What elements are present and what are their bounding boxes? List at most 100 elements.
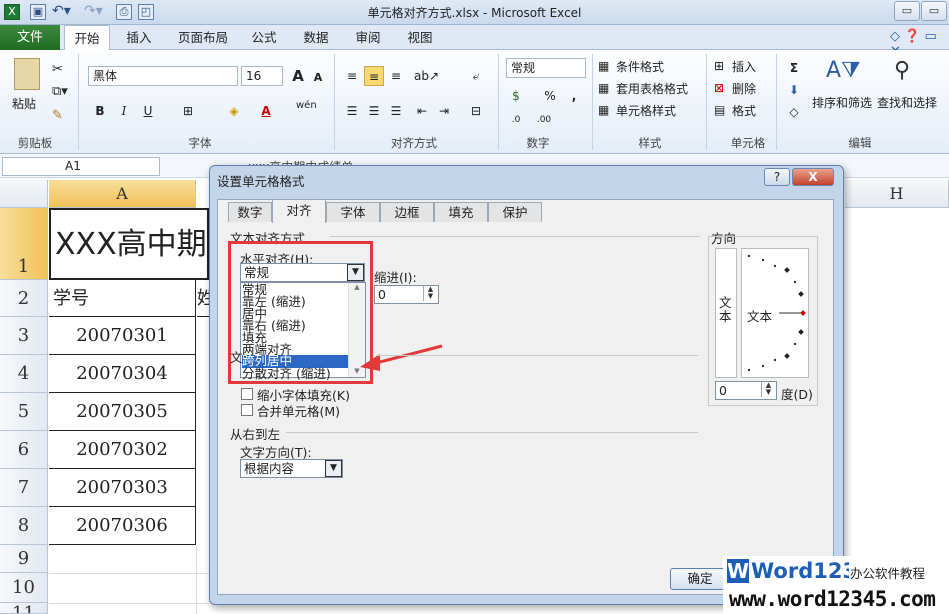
cell-a4[interactable]: 20070304 (49, 355, 196, 393)
paste-button[interactable]: 粘贴 (12, 95, 36, 112)
row-header-1[interactable]: 1 (0, 208, 48, 280)
dialog-tab-border[interactable]: 边框 (380, 202, 434, 222)
format-cells-icon[interactable]: ▤ (714, 103, 725, 117)
minimize-button[interactable]: ▭ (894, 1, 920, 21)
cell-b2[interactable]: 姓 (197, 280, 209, 317)
row-header-6[interactable]: 6 (0, 431, 48, 469)
cell-a3[interactable]: 20070301 (49, 317, 196, 355)
align-middle-icon[interactable]: ≡ (364, 66, 384, 86)
bold-button[interactable]: B (90, 101, 110, 121)
tab-insert[interactable]: 插入 (116, 25, 162, 50)
merge-cells-checkbox[interactable] (241, 404, 253, 416)
row-header-10[interactable]: 10 (0, 573, 48, 603)
merge-center-icon[interactable]: ⊟ (466, 101, 486, 121)
tab-formulas[interactable]: 公式 (244, 25, 284, 50)
increase-decimal-icon[interactable]: .0 (506, 110, 526, 130)
cell-a6[interactable]: 20070302 (49, 431, 196, 469)
paste-icon[interactable] (14, 58, 40, 90)
dialog-tab-alignment[interactable]: 对齐 (272, 199, 326, 223)
tab-page-layout[interactable]: 页面布局 (170, 25, 236, 50)
row-header-3[interactable]: 3 (0, 317, 48, 355)
name-box[interactable]: A1 (2, 157, 160, 176)
restore-button[interactable]: ▭ (921, 1, 947, 21)
row-header-4[interactable]: 4 (0, 355, 48, 393)
wrap-text-icon[interactable]: ⤶ (466, 66, 486, 86)
decrease-decimal-icon[interactable]: .00 (534, 110, 554, 130)
underline-button[interactable]: U (138, 101, 158, 121)
row-header-8[interactable]: 8 (0, 507, 48, 545)
dialog-close-button[interactable]: X (792, 168, 834, 186)
cell-a5[interactable]: 20070305 (49, 393, 196, 431)
copy-icon[interactable]: ⧉▾ (52, 84, 68, 99)
align-right-icon[interactable]: ☰ (386, 101, 406, 121)
comma-button[interactable]: , (564, 86, 584, 106)
format-table-button[interactable]: 套用表格格式 (616, 80, 688, 97)
font-name-box[interactable]: 黑体 (88, 66, 238, 86)
find-select-button[interactable]: 查找和选择 (877, 94, 937, 111)
row-header-7[interactable]: 7 (0, 469, 48, 507)
conditional-format-button[interactable]: 条件格式 (616, 58, 664, 75)
degrees-spinner-icon[interactable]: ▲ ▼ (761, 382, 775, 397)
delete-cells-icon[interactable]: ⊠ (714, 81, 724, 95)
tab-data[interactable]: 数据 (296, 25, 336, 50)
sort-filter-icon[interactable]: A⧩ (826, 58, 861, 83)
indent-spinner-icon[interactable]: ▲ ▼ (423, 286, 437, 301)
format-table-icon[interactable]: ▦ (598, 81, 609, 95)
column-header-a[interactable]: A (49, 180, 196, 208)
number-format-box[interactable]: 常规 (506, 58, 586, 78)
column-header-h[interactable]: H (845, 180, 949, 208)
dialog-tab-protection[interactable]: 保护 (488, 202, 542, 222)
clear-icon[interactable]: ◇ (784, 102, 804, 122)
dialog-help-button[interactable]: ? (764, 168, 790, 186)
select-all-corner[interactable] (0, 180, 48, 208)
cell-a8[interactable]: 20070306 (49, 507, 196, 545)
fill-color-icon[interactable]: ◈ (224, 101, 244, 121)
delete-cells-button[interactable]: 删除 (732, 80, 756, 97)
shrink-font-button[interactable]: A (308, 68, 328, 88)
cut-icon[interactable]: ✂ (52, 62, 63, 77)
format-cells-button[interactable]: 格式 (732, 102, 756, 119)
cell-a2[interactable]: 学号 (49, 280, 196, 317)
insert-cells-button[interactable]: 插入 (732, 58, 756, 75)
cell-a7[interactable]: 20070303 (49, 469, 196, 507)
row-header-11[interactable]: 11 (0, 603, 48, 614)
orientation-icon[interactable]: ab↗ (414, 66, 439, 86)
shrink-to-fit-checkbox[interactable] (241, 388, 253, 400)
conditional-format-icon[interactable]: ▦ (598, 59, 609, 73)
sort-filter-button[interactable]: 排序和筛选 (812, 94, 872, 111)
currency-icon[interactable]: $ (506, 86, 526, 106)
cell-a1[interactable]: XXX高中期 (49, 208, 209, 280)
dialog-tab-number[interactable]: 数字 (228, 202, 272, 222)
file-tab[interactable]: 文件 (0, 25, 60, 50)
border-icon[interactable]: ⊞ (178, 101, 198, 121)
font-size-box[interactable]: 16 (241, 66, 283, 86)
font-color-button[interactable]: A (256, 101, 276, 121)
align-left-icon[interactable]: ☰ (342, 101, 362, 121)
percent-button[interactable]: % (540, 86, 560, 106)
row-header-2[interactable]: 2 (0, 280, 48, 317)
decrease-indent-icon[interactable]: ⇤ (412, 101, 432, 121)
align-center-icon[interactable]: ☰ (364, 101, 384, 121)
align-top-icon[interactable]: ≡ (342, 66, 362, 86)
tab-view[interactable]: 视图 (400, 25, 440, 50)
autosum-button[interactable]: Σ (784, 58, 804, 78)
row-header-9[interactable]: 9 (0, 545, 48, 573)
text-direction-arrow-icon[interactable]: ▼ (325, 460, 342, 477)
format-painter-icon[interactable]: ✎ (52, 108, 63, 123)
ok-button[interactable]: 确定 (670, 568, 730, 590)
fill-icon[interactable]: ⬇ (784, 80, 804, 100)
phonetic-button[interactable]: wén (296, 100, 317, 111)
insert-cells-icon[interactable]: ⊞ (714, 59, 724, 73)
grow-font-button[interactable]: A (288, 66, 308, 86)
tab-review[interactable]: 审阅 (348, 25, 388, 50)
tab-home[interactable]: 开始 (64, 25, 110, 51)
increase-indent-icon[interactable]: ⇥ (434, 101, 454, 121)
row-header-5[interactable]: 5 (0, 393, 48, 431)
cell-styles-button[interactable]: 单元格样式 (616, 102, 676, 119)
find-select-icon[interactable]: ⚲ (894, 58, 910, 83)
italic-button[interactable]: I (114, 101, 134, 121)
cell-styles-icon[interactable]: ▦ (598, 103, 609, 117)
dialog-tab-font[interactable]: 字体 (326, 202, 380, 222)
align-bottom-icon[interactable]: ≡ (386, 66, 406, 86)
dialog-tab-fill[interactable]: 填充 (434, 202, 488, 222)
